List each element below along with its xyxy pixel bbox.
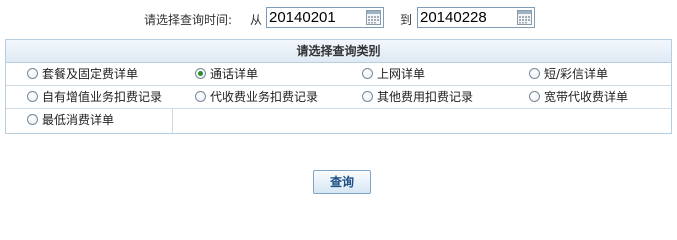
calendar-icon[interactable] [517,10,532,25]
query-time-prompt: 请选择查询时间: [144,13,233,27]
option-label: 自有增值业务扣费记录 [42,90,163,104]
option-label: 最低消费详单 [42,113,115,127]
category-row: 套餐及固定费详单 通话详单 上网详单 短/彩信详单 [6,63,671,86]
radio-button[interactable] [529,68,540,79]
radio-button[interactable] [195,91,206,102]
radio-button-checked[interactable] [195,68,206,79]
from-label: 从 [250,13,263,27]
option-label: 其他费用扣费记录 [377,90,474,104]
detail-query-page: 请选择查询时间: 从 到 [0,0,677,207]
radio-button[interactable] [27,114,38,125]
date-range-row: 请选择查询时间: 从 到 [0,6,677,30]
start-date-field[interactable] [266,7,384,28]
option-label: 宽带代收费详单 [544,90,629,104]
query-button[interactable]: 查询 [313,170,371,194]
end-date-input[interactable] [420,8,514,27]
option-label: 套餐及固定费详单 [42,67,139,81]
category-header: 请选择查询类别 [6,40,671,63]
query-category-panel: 请选择查询类别 套餐及固定费详单 通话详单 上网详单 短/彩信详单 自有增值业务… [5,39,672,134]
calendar-icon[interactable] [366,10,381,25]
to-label: 到 [400,13,413,27]
radio-button[interactable] [362,68,373,79]
start-date-input[interactable] [269,8,363,27]
option-label: 短/彩信详单 [544,67,609,81]
radio-button[interactable] [529,91,540,102]
radio-button[interactable] [27,68,38,79]
category-row: 自有增值业务扣费记录 代收费业务扣费记录 其他费用扣费记录 宽带代收费详单 [6,86,671,109]
option-label: 上网详单 [377,67,426,81]
category-row: 最低消费详单 [6,109,671,131]
option-label: 代收费业务扣费记录 [210,90,319,104]
radio-button[interactable] [362,91,373,102]
radio-button[interactable] [27,91,38,102]
cell-divider [172,109,173,133]
option-label: 通话详单 [210,67,259,81]
end-date-field[interactable] [417,7,535,28]
